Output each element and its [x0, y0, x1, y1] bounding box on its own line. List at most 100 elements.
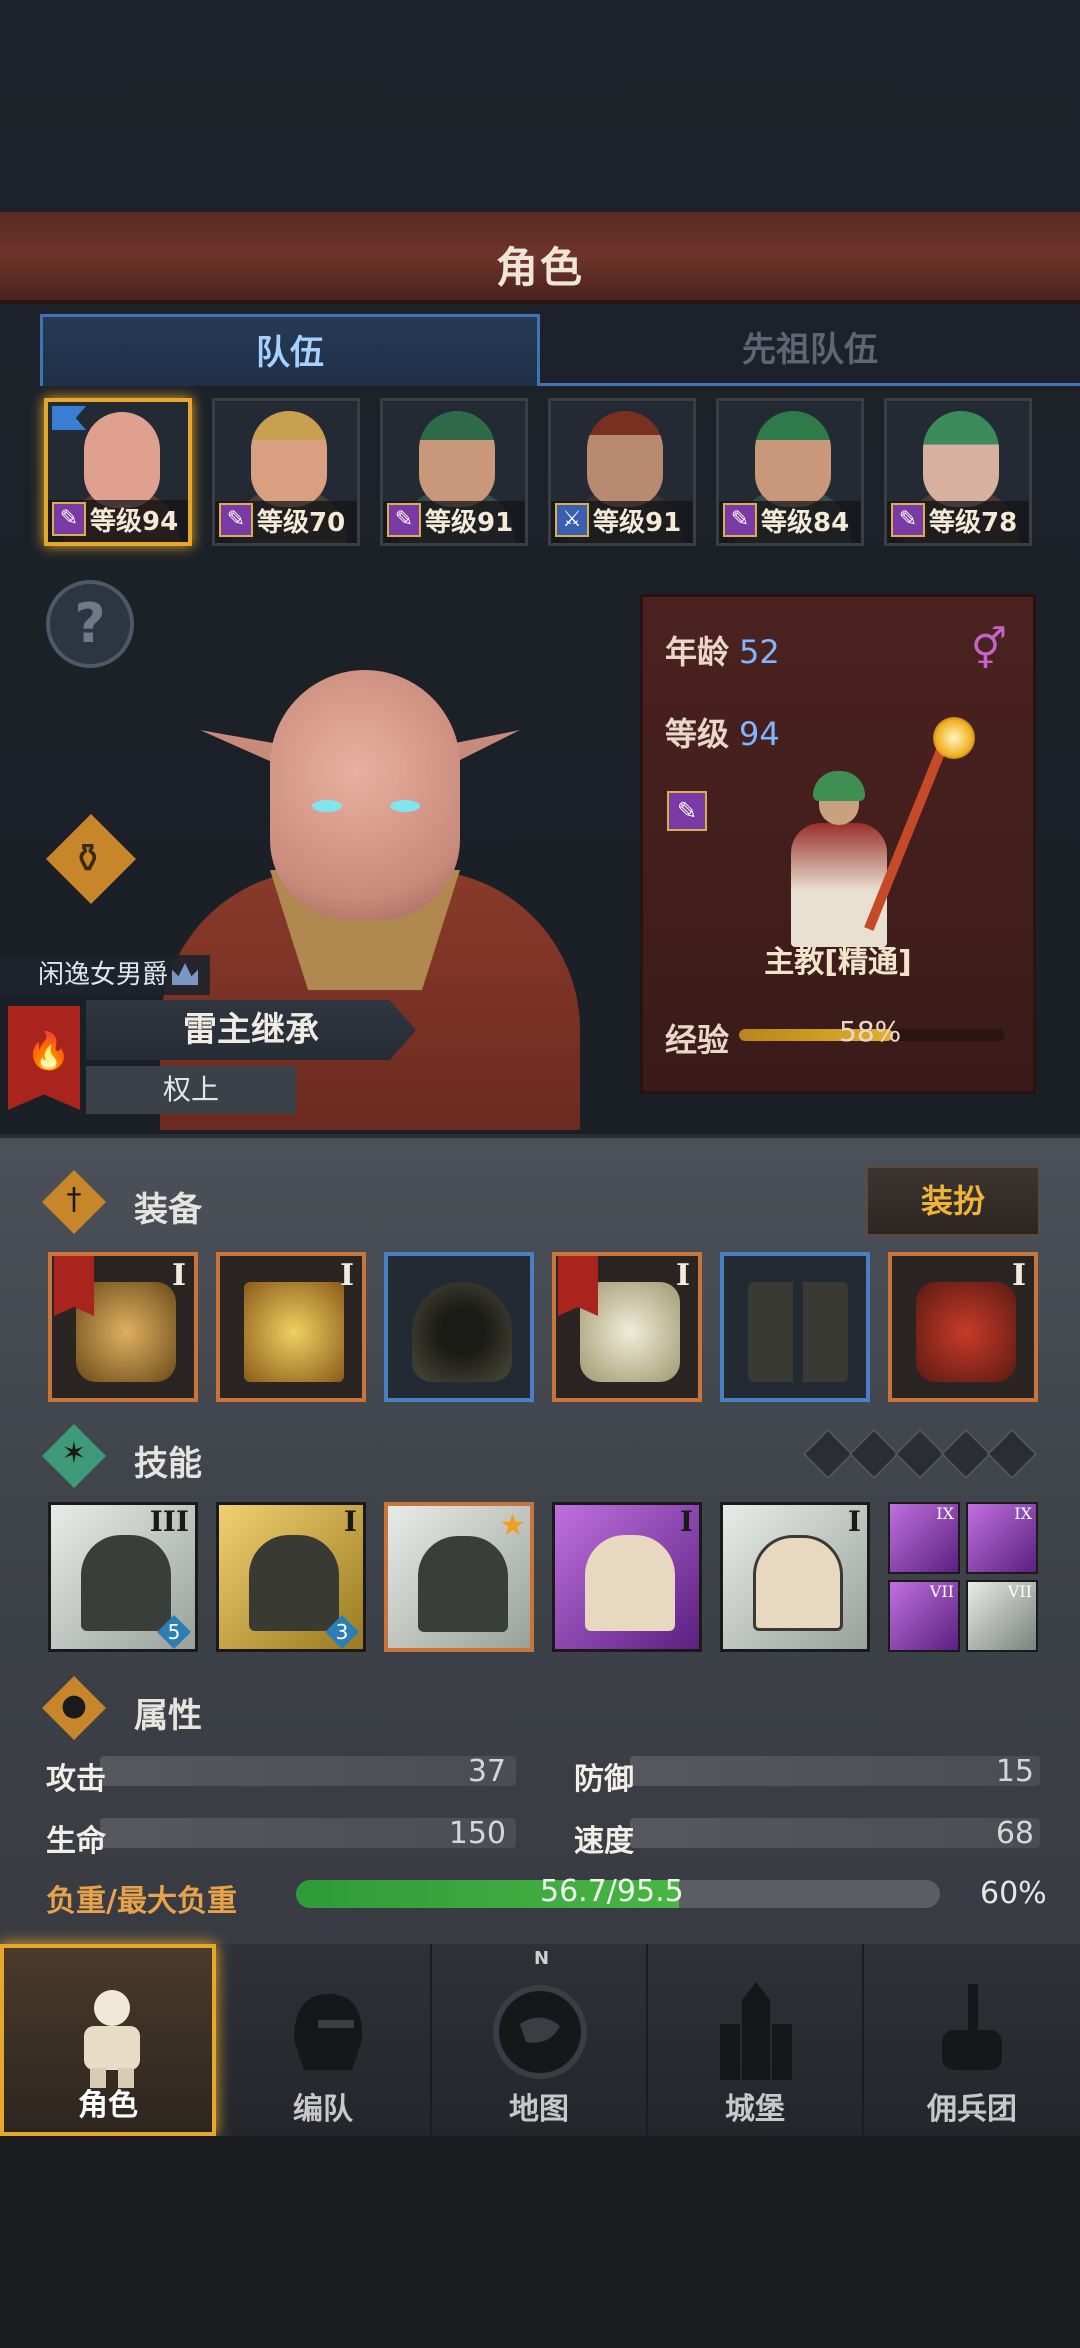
staff-class-icon: ✎	[723, 503, 757, 537]
load-value: 56.7/95.5	[540, 1874, 684, 1909]
nav-map[interactable]: 地图	[432, 1944, 648, 2136]
crystal-aura-icon	[418, 1536, 508, 1632]
exp-percent: 58%	[839, 1015, 902, 1048]
passive-skill-1[interactable]: IX	[888, 1502, 960, 1574]
equip-slot-1[interactable]: I	[48, 1252, 198, 1402]
attack-label: 攻击	[46, 1762, 106, 1797]
portrait-head	[923, 411, 999, 507]
staff-class-icon: ✎	[387, 503, 421, 537]
nav-mercenary[interactable]: 佣兵团	[864, 1944, 1080, 2136]
crown-icon	[172, 963, 198, 985]
page-title: 角色	[495, 243, 584, 292]
skill-4[interactable]: I	[552, 1502, 702, 1652]
castle-icon	[720, 1982, 792, 2080]
fire-banner-icon: 🔥	[8, 1006, 80, 1110]
crystal-hand-icon	[585, 1535, 675, 1631]
knight-icon	[84, 1990, 140, 2088]
compass-north-label: N	[534, 1948, 550, 1969]
character-subtitle: 权上	[86, 1066, 296, 1114]
leader-flag-icon	[52, 406, 86, 430]
helmet-icon	[294, 1994, 363, 2070]
nav-character[interactable]: 角色	[0, 1944, 216, 2136]
tab-ancestor-team[interactable]: 先祖队伍	[540, 314, 1080, 386]
passive-skill-3[interactable]: VII	[888, 1580, 960, 1652]
member-level: 等级91	[425, 508, 514, 538]
skill-5[interactable]: I	[720, 1502, 870, 1652]
party-member-2[interactable]: ✎ 等级70	[212, 398, 360, 546]
attack-value: 37	[467, 1754, 506, 1789]
speed-label: 速度	[574, 1824, 634, 1859]
party-member-5[interactable]: ✎ 等级84	[716, 398, 864, 546]
skill-3[interactable]: ★	[384, 1502, 534, 1652]
equip-slot-2[interactable]: I	[216, 1252, 366, 1402]
hp-value: 150	[448, 1816, 506, 1851]
equip-slot-4[interactable]: I	[552, 1252, 702, 1402]
equipment-title: 装备	[134, 1190, 202, 1230]
nav-castle[interactable]: 城堡	[648, 1944, 864, 2136]
gender-icon: ⚥	[970, 627, 1007, 673]
character-screen: 角色 队伍 先祖队伍 ✎ 等级94 ✎ 等级70 ✎ 等级91 ⚔ 等级91 ✎…	[0, 0, 1080, 2348]
job-name[interactable]: 主教[精通]	[643, 937, 1033, 981]
party-member-3[interactable]: ✎ 等级91	[380, 398, 528, 546]
bottom-nav: 角色 编队 地图 城堡 佣兵团	[0, 1944, 1080, 2136]
portrait-head	[755, 411, 831, 507]
member-level: 等级84	[761, 508, 850, 538]
skill-1[interactable]: III 5	[48, 1502, 198, 1652]
staff-class-icon: ✎	[891, 503, 925, 537]
portrait-head	[84, 412, 160, 508]
bat-amulet-icon	[916, 1282, 1016, 1382]
tab-team[interactable]: 队伍	[40, 314, 540, 386]
staff-class-icon: ✎	[52, 502, 86, 536]
portrait-head	[251, 411, 327, 507]
defense-label: 防御	[574, 1762, 634, 1797]
potion-icon[interactable]: ⚱	[46, 814, 136, 904]
attributes-title: 属性	[134, 1696, 202, 1736]
load-percent: 60%	[980, 1876, 1047, 1911]
character-title[interactable]: 雷主继承	[86, 1000, 416, 1060]
star-icon: ★	[499, 1508, 526, 1543]
nav-formation[interactable]: 编队	[216, 1944, 432, 2136]
compass-map-icon	[493, 1985, 587, 2079]
portrait-head	[419, 411, 495, 507]
crystal-hand-icon	[753, 1535, 843, 1631]
load-label: 负重/最大负重	[46, 1884, 237, 1919]
hood-item-icon	[412, 1282, 512, 1382]
fire-banner-icon	[558, 1256, 598, 1316]
member-level: 等级94	[90, 507, 179, 537]
tome-item-icon	[244, 1282, 344, 1382]
character-portrait	[140, 670, 580, 1130]
sword-class-icon: ⚔	[555, 503, 589, 537]
age-row: 年龄 52	[665, 633, 780, 671]
speed-value: 68	[995, 1816, 1034, 1851]
party-member-6[interactable]: ✎ 等级78	[884, 398, 1032, 546]
staff-class-icon: ✎	[667, 791, 707, 831]
party-member-4[interactable]: ⚔ 等级91	[548, 398, 696, 546]
exp-label: 经验	[665, 1021, 730, 1059]
equip-slot-3[interactable]	[384, 1252, 534, 1402]
fire-banner-icon	[54, 1256, 94, 1316]
hero-head	[270, 670, 460, 920]
passive-skill-4[interactable]: VII	[966, 1580, 1038, 1652]
level-row: 等级 94	[665, 715, 780, 753]
shield-heal-icon	[249, 1535, 339, 1631]
defense-value: 15	[995, 1754, 1034, 1789]
portrait-head	[587, 411, 663, 507]
skill-2[interactable]: I 3	[216, 1502, 366, 1652]
member-level: 等级78	[929, 508, 1018, 538]
party-list: ✎ 等级94 ✎ 等级70 ✎ 等级91 ⚔ 等级91 ✎ 等级84 ✎ 等级7…	[44, 398, 1040, 548]
member-level: 等级70	[257, 508, 346, 538]
orb-icon	[933, 717, 975, 759]
team-tabs: 队伍 先祖队伍	[40, 314, 1080, 386]
help-button[interactable]: ?	[46, 580, 134, 668]
spear-skill-icon	[81, 1535, 171, 1631]
nobility-title: 闲逸女男爵	[0, 955, 210, 995]
party-member-1[interactable]: ✎ 等级94	[44, 398, 192, 546]
hp-label: 生命	[46, 1824, 106, 1859]
equip-slot-5[interactable]	[720, 1252, 870, 1402]
info-panel: 年龄 52 ⚥ 等级 94 ✎ 主教[精通] 经验 58%	[640, 594, 1036, 1094]
skills-title: 技能	[134, 1444, 202, 1484]
equip-slot-6[interactable]: I	[888, 1252, 1038, 1402]
passive-skill-2[interactable]: IX	[966, 1502, 1038, 1574]
title-bar: 角色	[0, 212, 1080, 304]
dress-button[interactable]: 装扮	[866, 1166, 1040, 1236]
